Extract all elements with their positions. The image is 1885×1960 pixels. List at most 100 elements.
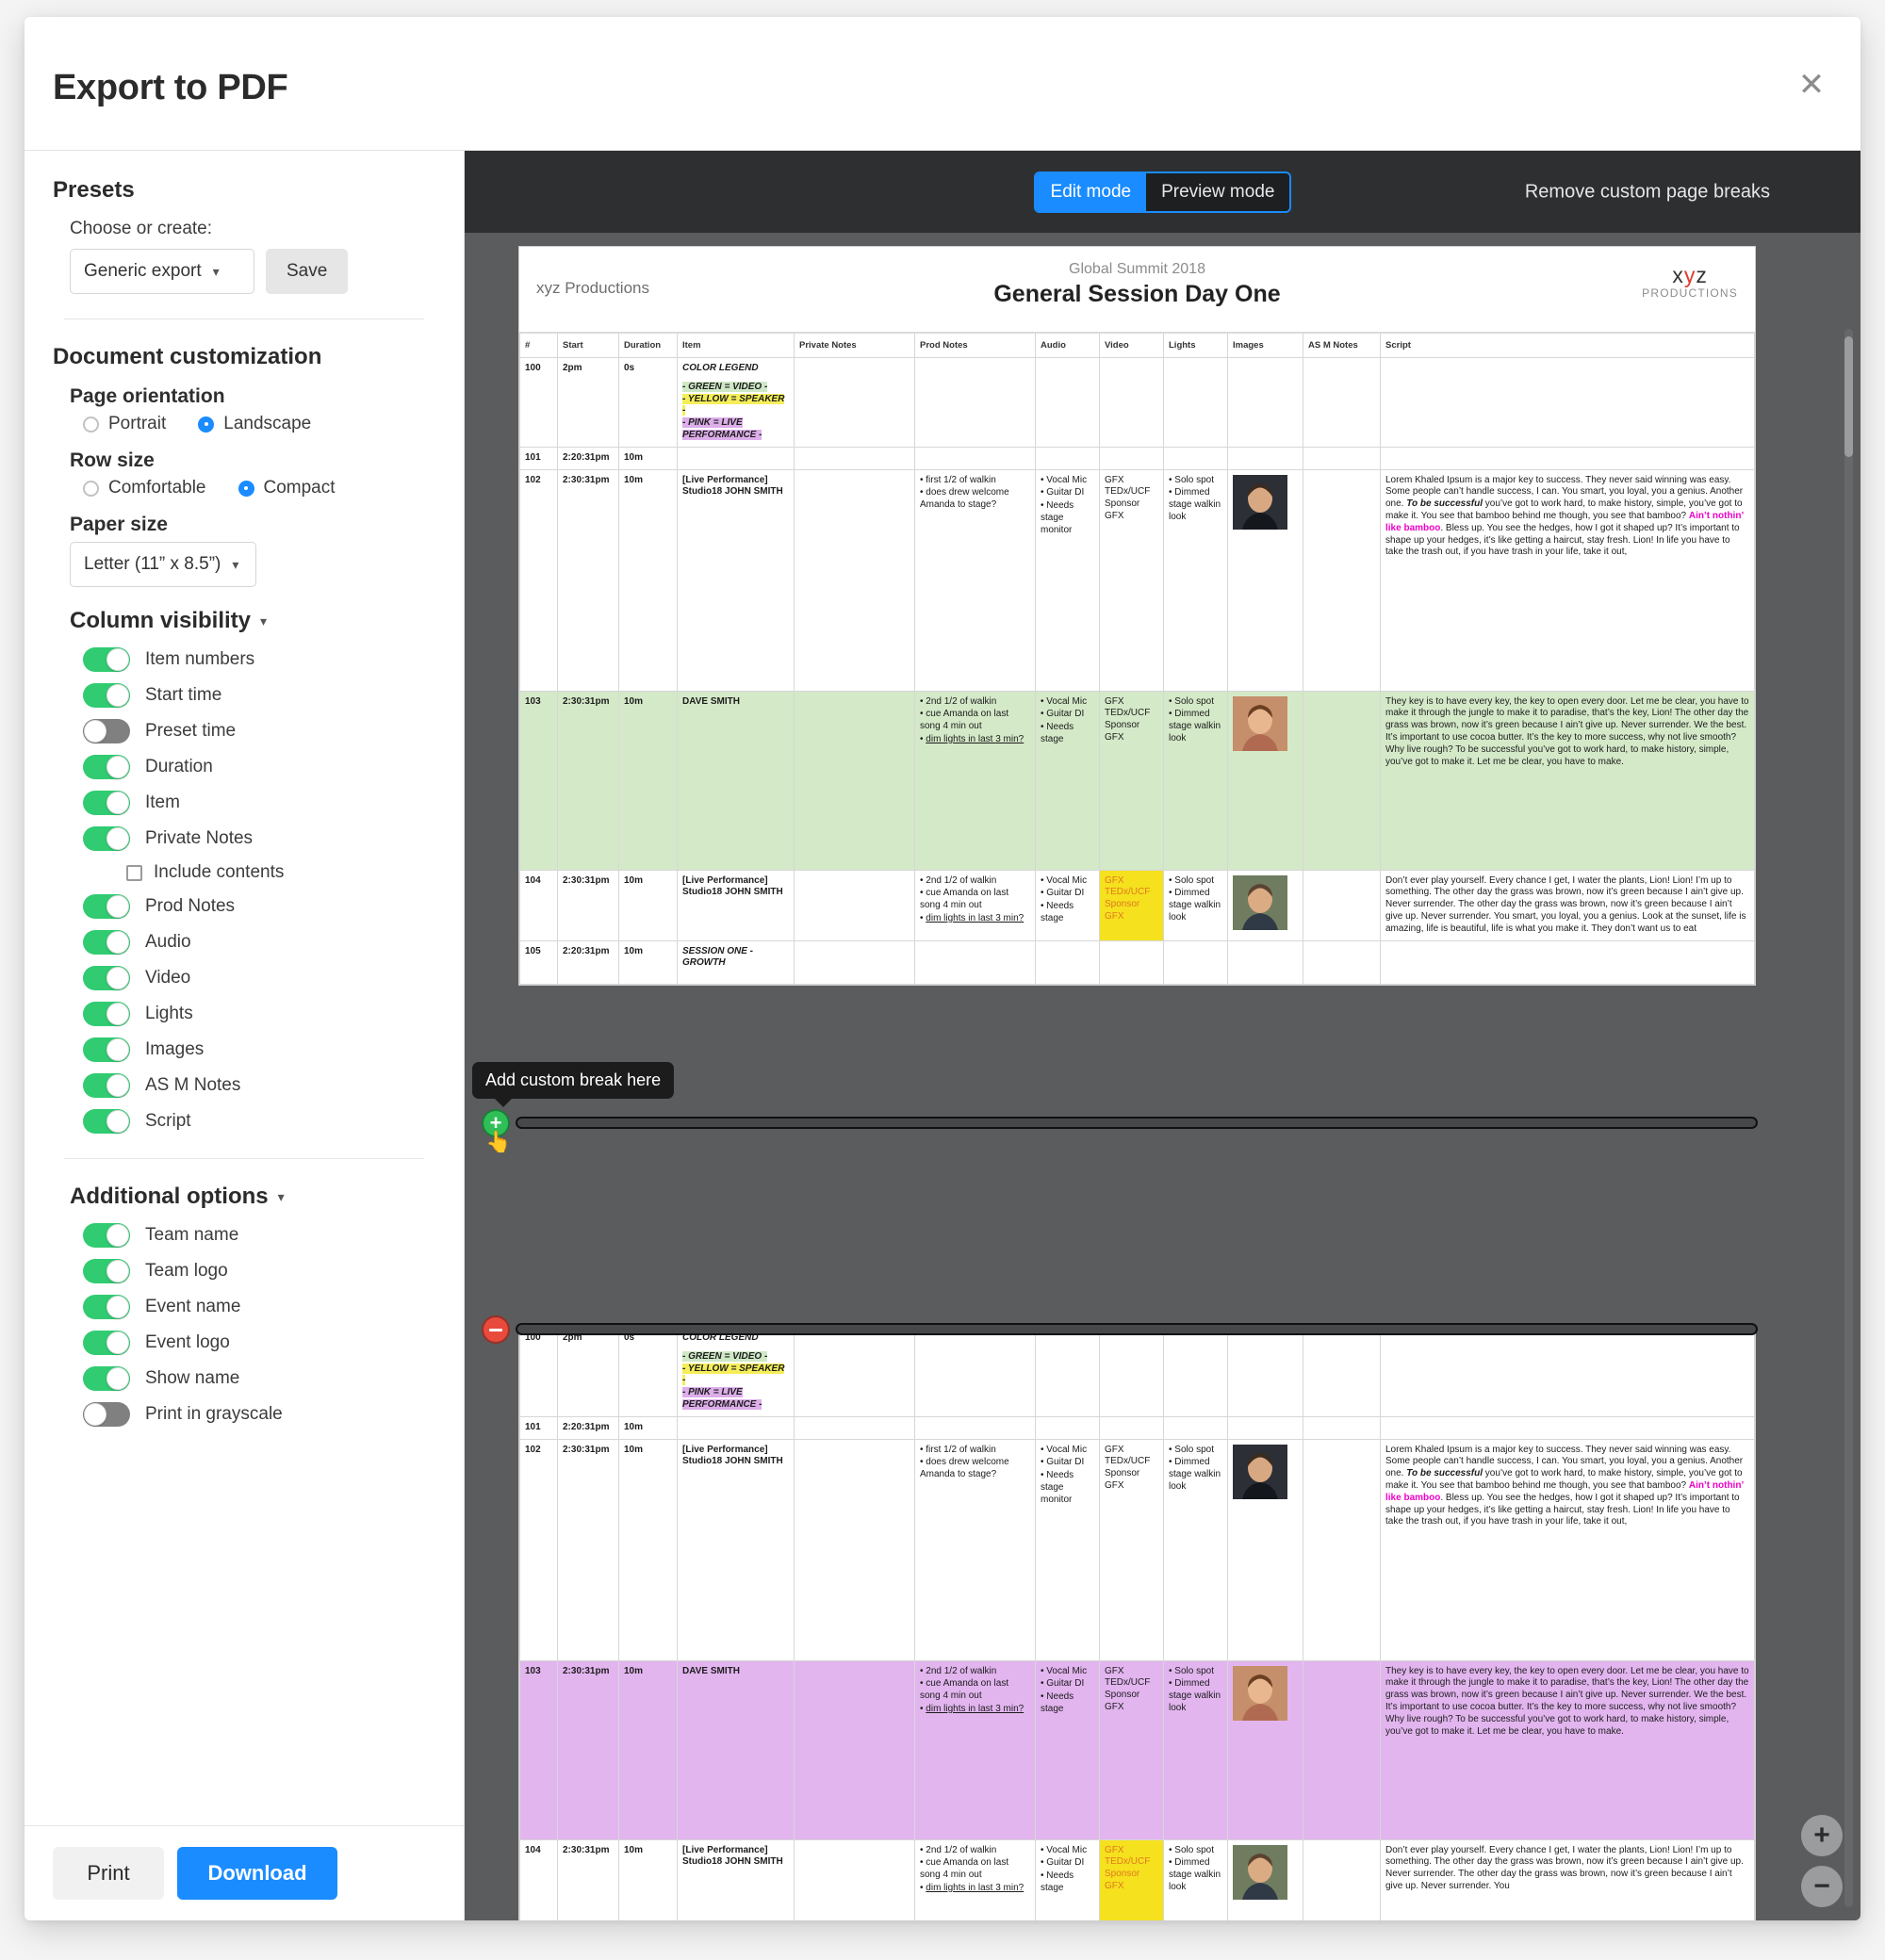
prod-notes-list: • 2nd 1/2 of walkin • cue Amanda on last … bbox=[920, 1845, 1030, 1895]
toggle-item-numbers[interactable]: Item numbers bbox=[83, 647, 435, 672]
cell-item-number: 104 bbox=[519, 1838, 558, 1920]
download-button[interactable]: Download bbox=[177, 1847, 337, 1900]
table-row[interactable]: 100 2pm 0s COLOR LEGEND - GREEN = VIDEO -- Y… bbox=[519, 1327, 1755, 1417]
radio-dot-icon bbox=[83, 416, 99, 433]
column-header: Private Notes bbox=[794, 333, 915, 358]
toggle-switch[interactable] bbox=[83, 1002, 130, 1026]
toggle-label: Lights bbox=[145, 1004, 193, 1023]
toggle-event-logo[interactable]: Event logo bbox=[83, 1331, 435, 1355]
toggle-switch[interactable] bbox=[83, 647, 130, 672]
toggle-switch[interactable] bbox=[83, 1073, 130, 1098]
page-break-bar-2[interactable] bbox=[516, 1323, 1758, 1335]
toggle-video[interactable]: Video bbox=[83, 966, 435, 990]
toggle-switch[interactable] bbox=[83, 966, 130, 990]
item-title: [Live Performance] Studio18 JOHN SMITH bbox=[682, 874, 783, 898]
radio-comfortable[interactable]: Comfortable bbox=[83, 478, 206, 498]
column-header: Prod Notes bbox=[914, 333, 1036, 358]
column-header: Script bbox=[1380, 333, 1755, 358]
toggle-switch[interactable] bbox=[83, 1109, 130, 1134]
toggle-preset-time[interactable]: Preset time bbox=[83, 719, 435, 743]
cell-image bbox=[1227, 1415, 1303, 1440]
toggle-switch[interactable] bbox=[83, 755, 130, 779]
toggle-audio[interactable]: Audio bbox=[83, 930, 435, 955]
table-row[interactable]: 103 2:30:31pm 10m DAVE SMITH • 2nd 1/2 of wa… bbox=[519, 690, 1755, 871]
cell-duration: 0s bbox=[618, 357, 678, 448]
toggle-lights[interactable]: Lights bbox=[83, 1002, 435, 1026]
page-break-bar-1[interactable] bbox=[516, 1117, 1758, 1129]
cell-prod-notes bbox=[914, 446, 1036, 470]
toggle-switch[interactable] bbox=[83, 1366, 130, 1391]
toggle-team-name[interactable]: Team name bbox=[83, 1223, 435, 1248]
paper-size-select[interactable]: Letter (11” x 8.5”) ▾ bbox=[70, 542, 256, 587]
toggle-switch[interactable] bbox=[83, 791, 130, 815]
toggle-print-in-grayscale[interactable]: Print in grayscale bbox=[83, 1402, 435, 1427]
toggle-switch[interactable] bbox=[83, 683, 130, 708]
remove-custom-page-breaks-button[interactable]: Remove custom page breaks bbox=[1525, 181, 1770, 203]
remove-page-break-button[interactable] bbox=[482, 1315, 510, 1344]
cell-audio: • Vocal Mic • Guitar DI • Needs stage moni… bbox=[1035, 468, 1100, 692]
toggle-switch[interactable] bbox=[83, 826, 130, 851]
additional-options-header[interactable]: Additional options ▾ bbox=[70, 1184, 435, 1210]
toggle-images[interactable]: Images bbox=[83, 1037, 435, 1062]
audio-list: • Vocal Mic • Guitar DI • Needs stage bbox=[1041, 875, 1094, 925]
radio-dot-icon bbox=[83, 480, 99, 497]
table-row[interactable]: 104 2:30:31pm 10m [Live Performance] Studio1… bbox=[519, 869, 1755, 941]
cell-item-number: 103 bbox=[519, 1659, 558, 1840]
audio-list: • Vocal Mic • Guitar DI • Needs stage moni… bbox=[1041, 475, 1094, 537]
toggle-switch[interactable] bbox=[83, 1037, 130, 1062]
toggle-show-name[interactable]: Show name bbox=[83, 1366, 435, 1391]
preview-scrollbar-thumb[interactable] bbox=[1844, 336, 1853, 457]
tab-edit-mode[interactable]: Edit mode bbox=[1035, 172, 1147, 211]
radio-portrait[interactable]: Portrait bbox=[83, 414, 166, 434]
column-visibility-header[interactable]: Column visibility ▾ bbox=[70, 608, 435, 634]
toggle-team-logo[interactable]: Team logo bbox=[83, 1259, 435, 1283]
table-row[interactable]: 103 2:30:31pm 10m DAVE SMITH • 2nd 1/2 of wa… bbox=[519, 1659, 1755, 1840]
toggle-switch[interactable] bbox=[83, 1295, 130, 1319]
toggle-switch[interactable] bbox=[83, 1402, 130, 1427]
preset-select[interactable]: Generic export ▾ bbox=[70, 249, 254, 294]
toggle-switch[interactable] bbox=[83, 1223, 130, 1248]
radio-compact[interactable]: Compact bbox=[238, 478, 336, 498]
toggle-switch[interactable] bbox=[83, 1331, 130, 1355]
preview-scrollbar-track[interactable] bbox=[1844, 329, 1853, 1907]
cell-start-time: 2pm bbox=[557, 1327, 619, 1417]
close-icon[interactable]: ✕ bbox=[1793, 66, 1830, 104]
toggle-as-m-notes[interactable]: AS M Notes bbox=[83, 1073, 435, 1098]
cell-audio bbox=[1035, 446, 1100, 470]
table-row[interactable]: 102 2:30:31pm 10m [Live Performance] Studio1… bbox=[519, 1438, 1755, 1661]
table-row[interactable]: 101 2:20:31pm 10m bbox=[519, 1415, 1755, 1440]
print-button[interactable]: Print bbox=[53, 1847, 164, 1900]
toggle-start-time[interactable]: Start time bbox=[83, 683, 435, 708]
table-row[interactable]: 105 2:20:31pm 10m SESSION ONE - GROWTH bbox=[519, 939, 1755, 985]
toggle-switch[interactable] bbox=[83, 930, 130, 955]
toggle-prod-notes[interactable]: Prod Notes bbox=[83, 894, 435, 919]
toggle-script[interactable]: Script bbox=[83, 1109, 435, 1134]
minus-icon bbox=[489, 1328, 502, 1331]
column-header: AS M Notes bbox=[1303, 333, 1381, 358]
table-row[interactable]: 100 2pm 0s COLOR LEGEND - GREEN = VIDEO -- Y… bbox=[519, 357, 1755, 448]
radio-landscape[interactable]: Landscape bbox=[198, 414, 311, 434]
table-row[interactable]: 102 2:30:31pm 10m [Live Performance] Studio1… bbox=[519, 468, 1755, 692]
toggle-event-name[interactable]: Event name bbox=[83, 1295, 435, 1319]
table-row[interactable]: 104 2:30:31pm 10m [Live Performance] Studio1… bbox=[519, 1838, 1755, 1920]
table-row[interactable]: 101 2:20:31pm 10m bbox=[519, 446, 1755, 470]
save-preset-button[interactable]: Save bbox=[266, 249, 349, 294]
toggle-switch[interactable] bbox=[83, 894, 130, 919]
toggle-private-notes[interactable]: Private Notes bbox=[83, 826, 435, 851]
toggle-switch[interactable] bbox=[83, 719, 130, 743]
toggle-switch[interactable] bbox=[83, 1259, 130, 1283]
prod-notes-list: • 2nd 1/2 of walkin • cue Amanda on last … bbox=[920, 696, 1030, 746]
cell-private-notes bbox=[794, 468, 915, 692]
list-item: • 2nd 1/2 of walkin bbox=[920, 1665, 997, 1676]
column-header: # bbox=[519, 333, 558, 358]
toggle-item[interactable]: Item bbox=[83, 791, 435, 815]
toggle-label: Show name bbox=[145, 1368, 240, 1388]
cell-prod-notes bbox=[914, 939, 1036, 985]
cell-start-time: 2:30:31pm bbox=[557, 468, 619, 692]
checkbox-include-contents[interactable]: Include contents bbox=[126, 862, 435, 883]
avatar bbox=[1233, 1444, 1287, 1499]
tab-preview-mode[interactable]: Preview mode bbox=[1146, 172, 1290, 211]
toggle-duration[interactable]: Duration bbox=[83, 755, 435, 779]
zoom-in-button[interactable]: + bbox=[1801, 1815, 1843, 1856]
zoom-out-button[interactable]: − bbox=[1801, 1866, 1843, 1907]
